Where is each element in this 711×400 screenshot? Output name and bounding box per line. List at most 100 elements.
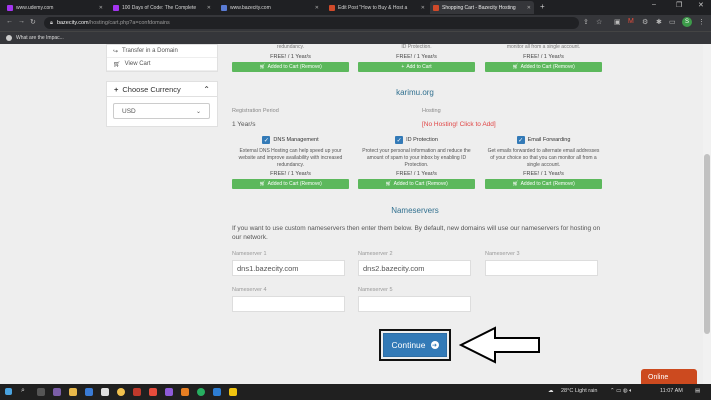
button-label: Add to Cart	[406, 64, 432, 70]
main-content: redundancy. FREE! / 1 Year/s 🛒︎ Added to…	[226, 44, 604, 384]
addon-price: FREE! / 1 Year/s	[396, 171, 437, 177]
added-to-cart-button[interactable]: 🛒︎ Added to Cart (Remove)	[358, 179, 475, 189]
arrow-circle-right-icon: ➜	[430, 341, 439, 349]
checkbox-checked-icon[interactable]: ✓	[516, 136, 525, 144]
live-chat-tab[interactable]: Online	[641, 369, 697, 385]
tab-title: www.bazecity.com	[230, 4, 271, 11]
new-tab-button[interactable]: +	[540, 2, 545, 11]
taskbar-app-icon[interactable]	[165, 388, 173, 396]
chevron-up-icon: ⌃	[203, 84, 210, 94]
extension-gear-icon[interactable]: ⚙	[642, 18, 648, 26]
button-label: Added to Cart (Remove)	[267, 181, 322, 187]
addon-dns-management: ✓ DNS Management External DNS Hosting ca…	[232, 136, 349, 189]
close-tab-icon[interactable]: ✕	[315, 5, 319, 11]
address-bar[interactable]: 🔒︎ bazecity.com/hosting/cart.php?a=confd…	[44, 17, 579, 29]
cart-icon: 🛒︎	[512, 181, 519, 187]
chrome-icon[interactable]	[117, 388, 125, 396]
edge-browser-icon[interactable]	[85, 388, 93, 396]
puzzle-extensions-icon[interactable]: ✱	[656, 18, 662, 26]
vscode-icon[interactable]	[213, 388, 221, 396]
transfer-domain-label: Transfer in a Domain	[122, 48, 178, 54]
maximize-icon[interactable]: ❐	[676, 1, 682, 9]
whatsapp-icon[interactable]	[197, 388, 205, 396]
profile-avatar[interactable]: S	[682, 17, 692, 27]
weather-text[interactable]: 28°C Light rain	[561, 388, 597, 394]
browser-menu-icon[interactable]: ⋮	[698, 18, 705, 26]
nameserver-2-input[interactable]: dns2.bazecity.com	[358, 260, 471, 276]
continue-button[interactable]: Continue ➜	[383, 333, 447, 357]
nameserver-1-label: Nameserver 1	[232, 251, 267, 257]
addon-title: ID Protection	[406, 137, 438, 143]
added-to-cart-button[interactable]: 🛒︎ Added to Cart (Remove)	[485, 179, 602, 189]
tab-100-days-of-code[interactable]: 100 Days of Code: The Complete ✕	[110, 1, 214, 14]
notifications-icon[interactable]: ▤	[695, 388, 700, 394]
bazecity-favicon-icon	[221, 4, 227, 11]
addon-description: ID Protection.	[401, 44, 432, 50]
checkbox-checked-icon[interactable]: ✓	[262, 136, 271, 144]
addon-description: Get emails forwarded to alternate email …	[487, 148, 600, 168]
bookmarks-bar: What are the Impac...	[0, 31, 711, 44]
clock[interactable]: 11:07 AM	[660, 388, 683, 394]
checkbox-checked-icon[interactable]: ✓	[395, 136, 404, 144]
close-window-icon[interactable]: ✕	[698, 1, 704, 9]
close-tab-icon[interactable]: ✕	[421, 5, 425, 11]
nameserver-1-input[interactable]: dns1.bazecity.com	[232, 260, 345, 276]
search-icon[interactable]: ⌕	[21, 387, 29, 395]
domain-name: karimu.org	[396, 88, 434, 97]
add-hosting-link[interactable]: [No Hosting! Click to Add]	[422, 121, 496, 128]
currency-select[interactable]: USD ⌄	[113, 103, 210, 119]
scrollbar-thumb[interactable]	[704, 154, 710, 334]
extension-m-icon[interactable]: M	[628, 18, 634, 25]
currency-panel-header[interactable]: + Choose Currency ⌃	[106, 81, 218, 97]
addon-description: monitor all from a single account.	[506, 44, 581, 50]
transfer-domain-link[interactable]: ↪ Transfer in a Domain	[107, 45, 217, 58]
file-explorer-icon[interactable]	[69, 388, 77, 396]
addon-price: FREE! / 1 Year/s	[396, 54, 437, 60]
added-to-cart-button[interactable]: 🛒︎ Added to Cart (Remove)	[232, 62, 349, 72]
addon-price: FREE! / 1 Year/s	[523, 171, 564, 177]
added-to-cart-button[interactable]: 🛒︎ Added to Cart (Remove)	[485, 62, 602, 72]
view-cart-link[interactable]: 🛒︎ View Cart	[107, 58, 217, 71]
tab-edit-post[interactable]: Edit Post "How to Buy & Host a ✕	[326, 1, 428, 14]
taskbar-app-icon[interactable]	[53, 388, 61, 396]
close-tab-icon[interactable]: ✕	[527, 5, 531, 11]
taskbar-app-m-icon[interactable]	[133, 388, 141, 396]
currency-heading: Choose Currency	[122, 84, 181, 94]
nameserver-1-field: Nameserver 1 dns1.bazecity.com	[232, 251, 345, 276]
reload-icon[interactable]: ↻	[30, 18, 36, 26]
nameserver-3-input[interactable]	[485, 260, 598, 276]
nameserver-4-input[interactable]	[232, 296, 345, 312]
taskbar-app-icon[interactable]	[101, 388, 109, 396]
bookmark-star-icon[interactable]: ☆	[596, 18, 602, 26]
close-tab-icon[interactable]: ✕	[207, 5, 211, 11]
continue-highlight-box: Continue ➜	[379, 329, 451, 361]
taskbar-app-m-icon[interactable]	[149, 388, 157, 396]
windows-start-icon[interactable]	[5, 388, 12, 395]
bookmark-item[interactable]: What are the Impac...	[16, 35, 64, 41]
button-label: Added to Cart (Remove)	[520, 64, 575, 70]
nameserver-5-input[interactable]	[358, 296, 471, 312]
taskbar-app-icon[interactable]	[181, 388, 189, 396]
extension-icon[interactable]: ▣	[614, 18, 621, 26]
weather-icon: ☁	[548, 388, 554, 394]
page-scrollbar[interactable]	[703, 44, 711, 384]
button-label: Added to Cart (Remove)	[267, 64, 322, 70]
cart-icon: 🛒︎	[113, 61, 121, 68]
sidebar-toggle-icon[interactable]: ▭	[669, 18, 676, 26]
chevron-down-icon: ⌄	[195, 108, 201, 115]
back-icon[interactable]: ←	[6, 18, 13, 25]
tab-bazecity[interactable]: www.bazecity.com ✕	[218, 1, 322, 14]
tab-shopping-cart[interactable]: Shopping Cart - Bazecity Hosting ✕	[430, 1, 534, 14]
share-icon[interactable]: ⇪	[583, 18, 589, 26]
minimize-icon[interactable]: –	[652, 1, 656, 8]
added-to-cart-button[interactable]: 🛒︎ Added to Cart (Remove)	[232, 179, 349, 189]
close-tab-icon[interactable]: ✕	[99, 5, 103, 11]
add-to-cart-button[interactable]: + Add to Cart	[358, 62, 475, 72]
tab-udemy[interactable]: www.udemy.com ✕	[4, 1, 106, 14]
forward-icon[interactable]: →	[18, 18, 25, 25]
system-tray-icons[interactable]: ⌃ ▭ ◍ 🔈︎	[610, 388, 633, 395]
windows-taskbar: ⌕ ☁ 28°C Light rain ⌃ ▭ ◍ 🔈︎ 11:07 AM ▤	[0, 384, 711, 400]
taskbar-app-icon[interactable]	[229, 388, 237, 396]
tab-title: Shopping Cart - Bazecity Hosting	[442, 4, 516, 11]
task-view-icon[interactable]	[37, 388, 45, 396]
